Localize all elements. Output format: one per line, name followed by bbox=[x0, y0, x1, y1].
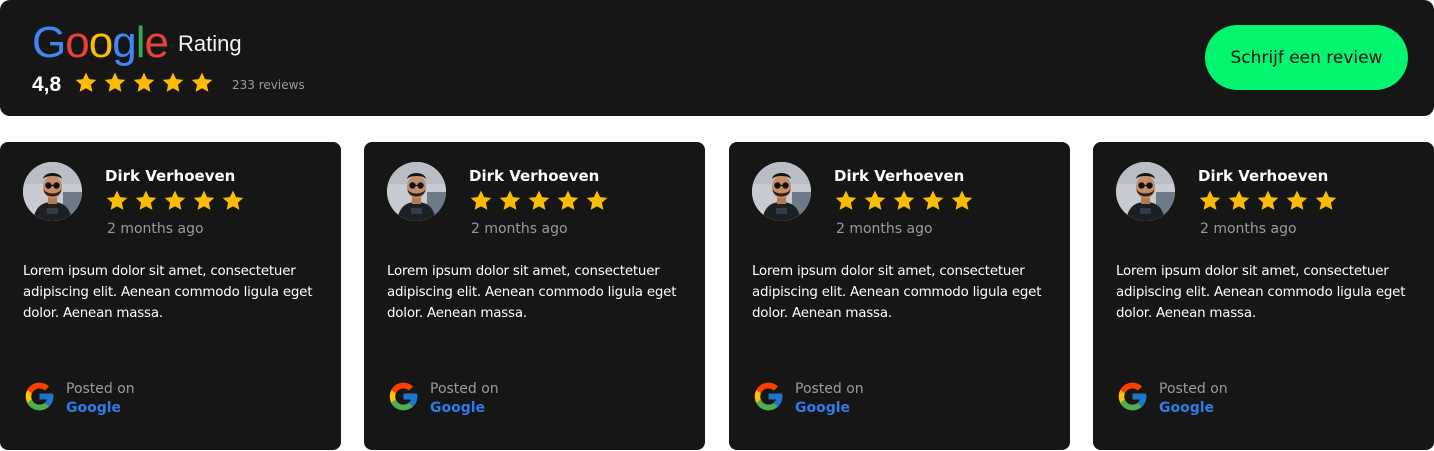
star-icon bbox=[222, 190, 244, 210]
logo-letter: o bbox=[88, 18, 114, 67]
review-text: Lorem ipsum dolor sit amet, consectetuer… bbox=[387, 264, 677, 321]
posted-on-label: Posted on bbox=[795, 381, 864, 397]
review-text: Lorem ipsum dolor sit amet, consectetuer… bbox=[23, 264, 313, 321]
review-stars bbox=[1198, 189, 1338, 213]
average-score: 4,8 bbox=[32, 73, 62, 96]
star-icon bbox=[1315, 190, 1337, 210]
star-icon bbox=[1228, 190, 1250, 210]
review-time: 2 months ago bbox=[836, 221, 933, 237]
star-icon bbox=[106, 190, 128, 210]
star-icon bbox=[835, 190, 857, 210]
write-review-button[interactable]: Schrijf een review bbox=[1205, 25, 1408, 90]
star-icon bbox=[499, 190, 521, 210]
star-icon bbox=[133, 72, 155, 92]
logo-letter: l bbox=[135, 18, 146, 67]
logo-letter: o bbox=[65, 18, 90, 67]
platform-link[interactable]: Google bbox=[795, 400, 850, 416]
star-icon bbox=[470, 190, 492, 210]
reviewer-name: Dirk Verhoeven bbox=[469, 167, 600, 185]
google-logo: Google bbox=[32, 18, 169, 68]
star-icon bbox=[191, 72, 213, 92]
logo-letter: g bbox=[112, 18, 137, 67]
google-g-icon bbox=[387, 380, 420, 413]
star-icon bbox=[586, 190, 608, 210]
average-stars bbox=[74, 71, 214, 95]
posted-on-label: Posted on bbox=[430, 381, 499, 397]
review-time: 2 months ago bbox=[471, 221, 568, 237]
star-icon bbox=[951, 190, 973, 210]
review-card: Dirk Verhoeven 2 months ago Lorem ipsum … bbox=[729, 142, 1070, 450]
avatar bbox=[23, 162, 82, 221]
star-icon bbox=[864, 190, 886, 210]
review-text: Lorem ipsum dolor sit amet, consectetuer… bbox=[1116, 264, 1406, 321]
star-icon bbox=[1257, 190, 1279, 210]
review-stars bbox=[105, 189, 245, 213]
google-g-icon bbox=[752, 380, 785, 413]
google-g-icon bbox=[23, 380, 56, 413]
reviewer-name: Dirk Verhoeven bbox=[105, 167, 236, 185]
google-g-icon bbox=[1116, 380, 1149, 413]
star-icon bbox=[557, 190, 579, 210]
star-icon bbox=[164, 190, 186, 210]
reviewer-name: Dirk Verhoeven bbox=[1198, 167, 1329, 185]
review-time: 2 months ago bbox=[107, 221, 204, 237]
review-stars bbox=[469, 189, 609, 213]
rating-header: Google Rating 4,8 233 reviews Schrijf ee… bbox=[0, 0, 1434, 116]
avatar bbox=[752, 162, 811, 221]
star-icon bbox=[104, 72, 126, 92]
star-icon bbox=[162, 72, 184, 92]
review-card: Dirk Verhoeven 2 months ago Lorem ipsum … bbox=[1093, 142, 1434, 450]
platform-link[interactable]: Google bbox=[1159, 400, 1214, 416]
star-icon bbox=[193, 190, 215, 210]
reviewer-name: Dirk Verhoeven bbox=[834, 167, 965, 185]
star-icon bbox=[1199, 190, 1221, 210]
avatar bbox=[1116, 162, 1175, 221]
star-icon bbox=[922, 190, 944, 210]
rating-label: Rating bbox=[178, 31, 242, 56]
reviews-count: 233 reviews bbox=[232, 78, 305, 92]
star-icon bbox=[75, 72, 97, 92]
avatar bbox=[387, 162, 446, 221]
review-stars bbox=[834, 189, 974, 213]
star-icon bbox=[893, 190, 915, 210]
posted-on-label: Posted on bbox=[1159, 381, 1228, 397]
review-text: Lorem ipsum dolor sit amet, consectetuer… bbox=[752, 264, 1042, 321]
posted-on-label: Posted on bbox=[66, 381, 135, 397]
review-time: 2 months ago bbox=[1200, 221, 1297, 237]
star-icon bbox=[135, 190, 157, 210]
logo-letter: G bbox=[32, 18, 66, 67]
star-icon bbox=[1286, 190, 1308, 210]
star-icon bbox=[528, 190, 550, 210]
review-card: Dirk Verhoeven 2 months ago Lorem ipsum … bbox=[364, 142, 705, 450]
review-card: Dirk Verhoeven 2 months ago Lorem ipsum … bbox=[0, 142, 341, 450]
logo-letter: e bbox=[144, 18, 169, 67]
platform-link[interactable]: Google bbox=[66, 400, 121, 416]
platform-link[interactable]: Google bbox=[430, 400, 485, 416]
